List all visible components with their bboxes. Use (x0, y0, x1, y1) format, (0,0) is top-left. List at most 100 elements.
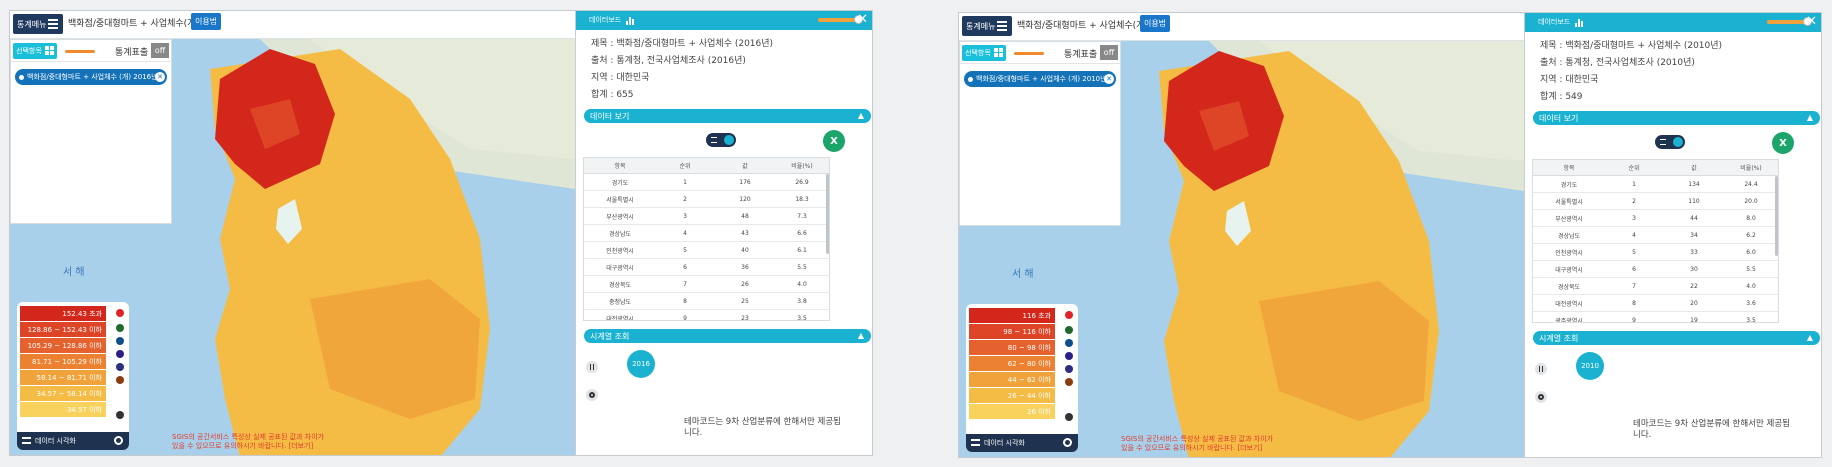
table-row[interactable]: 대구광역시 6 36 5.5 (584, 259, 829, 276)
color-dot-icon[interactable] (116, 363, 124, 371)
table-row[interactable]: 경상남도 4 34 6.2 (1533, 227, 1778, 244)
table-row[interactable]: 인천광역시 5 33 6.0 (1533, 244, 1778, 261)
table-row[interactable]: 경기도 1 176 26.9 (584, 174, 829, 191)
table-row[interactable]: 서울특별시 2 110 20.0 (1533, 193, 1778, 210)
legend-row[interactable]: 81.71 ~ 105.29 이하 (20, 354, 106, 369)
legend-row[interactable]: 62 ~ 80 이하 (969, 356, 1055, 371)
column-header[interactable]: 항목 (584, 158, 656, 173)
table-cell: 19 (1690, 316, 1698, 323)
table-row[interactable]: 대전광역시 8 20 3.6 (1533, 295, 1778, 312)
table-header: 항목 순위 값 비율(%) (584, 158, 829, 174)
table-row[interactable]: 경상북도 7 22 4.0 (1533, 278, 1778, 295)
stat-display-toggle[interactable]: off (151, 43, 169, 58)
notice-line[interactable]: 있을 수 있으므로 유의하시기 바랍니다. [더보기] (1121, 444, 1273, 453)
legend-row[interactable]: 34.57 이하 (20, 402, 106, 417)
legend-row[interactable]: 26 이하 (969, 404, 1055, 419)
view-toggle[interactable] (1655, 135, 1685, 149)
color-dot-icon[interactable] (1065, 326, 1073, 334)
legend-row[interactable]: 116 초과 (969, 308, 1055, 323)
column-header[interactable]: 비율(%) (776, 158, 828, 173)
selection-tab[interactable]: 선택항목 (962, 45, 1006, 61)
grid-icon (994, 48, 1003, 57)
close-icon[interactable]: ✕ (155, 72, 165, 82)
panel-width-slider[interactable] (818, 15, 863, 24)
panel-width-slider[interactable] (1767, 17, 1812, 26)
pause-icon[interactable] (586, 361, 598, 373)
legend-row[interactable]: 44 ~ 62 이하 (969, 372, 1055, 387)
table-row[interactable]: 부산광역시 3 44 8.0 (1533, 210, 1778, 227)
color-dot-icon[interactable] (116, 337, 124, 345)
stat-display-toggle[interactable]: off (1100, 45, 1118, 60)
table-cell: 30 (1690, 265, 1698, 273)
table-row[interactable]: 광주광역시 9 19 3.5 (1533, 312, 1778, 323)
table-row[interactable]: 부산광역시 3 48 7.3 (584, 208, 829, 225)
settings-icon[interactable] (586, 389, 598, 401)
color-dot-icon[interactable] (116, 350, 124, 358)
timeseries-section[interactable]: 시계열 조회 ▲ (584, 329, 871, 343)
reset-icon[interactable] (1065, 413, 1073, 421)
data-view-section[interactable]: 데이터 보기 ▲ (584, 109, 871, 123)
excel-download-icon[interactable]: X (823, 130, 845, 152)
color-dot-icon[interactable] (116, 376, 124, 384)
legend-row[interactable]: 152.43 초과 (20, 306, 106, 321)
legend-row[interactable]: 34.57 ~ 58.14 이하 (20, 386, 106, 401)
legend-row[interactable]: 58.14 ~ 81.71 이하 (20, 370, 106, 385)
color-dot-icon[interactable] (116, 324, 124, 332)
column-header[interactable]: 순위 (1605, 160, 1663, 175)
gear-icon (1063, 438, 1072, 447)
year-button[interactable]: 2016 (627, 350, 655, 378)
pause-icon[interactable] (1535, 363, 1547, 375)
table-scrollbar[interactable] (826, 174, 829, 254)
column-header[interactable]: 순위 (656, 158, 714, 173)
color-dot-icon[interactable] (1065, 352, 1073, 360)
table-row[interactable]: 경상북도 7 26 4.0 (584, 276, 829, 293)
color-dot-icon[interactable] (1065, 365, 1073, 373)
color-dot-icon[interactable] (1065, 378, 1073, 386)
settings-icon[interactable] (1535, 391, 1547, 403)
column-header[interactable]: 항목 (1533, 160, 1605, 175)
column-header[interactable]: 비율(%) (1725, 160, 1777, 175)
excel-download-icon[interactable]: X (1772, 132, 1794, 154)
column-header[interactable]: 값 (714, 158, 776, 173)
selection-tab[interactable]: 선택항목 (13, 43, 57, 59)
year-button[interactable]: 2010 (1576, 352, 1604, 380)
opacity-slider[interactable] (1014, 52, 1044, 55)
table-cell: 부산광역시 (606, 213, 634, 221)
close-icon[interactable]: ✕ (857, 12, 868, 27)
data-visualization-button[interactable]: 데이터 시각화 (966, 434, 1078, 452)
selected-item[interactable]: 백화점/중대형마트 + 사업체수 (개) 2010년 ✕ (964, 71, 1116, 87)
table-cell: 대전광역시 (1555, 300, 1583, 308)
legend-row[interactable]: 26 ~ 44 이하 (969, 388, 1055, 403)
timeseries-section[interactable]: 시계열 조회 ▲ (1533, 331, 1820, 345)
stat-menu-button[interactable]: 통계메뉴 (962, 16, 1012, 36)
opacity-slider[interactable] (65, 50, 95, 53)
legend-row[interactable]: 128.86 ~ 152.43 이하 (20, 322, 106, 337)
table-row[interactable]: 충청남도 8 25 3.8 (584, 293, 829, 310)
table-scrollbar[interactable] (1775, 176, 1778, 256)
column-header[interactable]: 값 (1663, 160, 1725, 175)
usage-button[interactable]: 이용법 (1140, 15, 1170, 32)
table-row[interactable]: 대구광역시 6 30 5.5 (1533, 261, 1778, 278)
table-row[interactable]: 대전광역시 9 23 3.5 (584, 310, 829, 321)
close-icon[interactable]: ✕ (1104, 74, 1114, 84)
data-visualization-button[interactable]: 데이터 시각화 (17, 432, 129, 450)
legend-row[interactable]: 98 ~ 116 이하 (969, 324, 1055, 339)
notice-line[interactable]: 있을 수 있으므로 유의하시기 바랍니다. [더보기] (172, 442, 324, 451)
usage-button[interactable]: 이용법 (191, 13, 221, 30)
view-toggle[interactable] (706, 133, 736, 147)
check-icon[interactable] (1065, 311, 1073, 319)
table-row[interactable]: 서울특별시 2 120 18.3 (584, 191, 829, 208)
close-icon[interactable]: ✕ (1806, 14, 1817, 29)
data-view-section[interactable]: 데이터 보기 ▲ (1533, 111, 1820, 125)
selected-item[interactable]: 백화점/중대형마트 + 사업체수 (개) 2016년 ✕ (15, 69, 167, 85)
table-row[interactable]: 경상남도 4 43 6.6 (584, 225, 829, 242)
legend-row[interactable]: 105.29 ~ 128.86 이하 (20, 338, 106, 353)
table-row[interactable]: 경기도 1 134 24.4 (1533, 176, 1778, 193)
color-dot-icon[interactable] (1065, 339, 1073, 347)
table-row[interactable]: 인천광역시 5 40 6.1 (584, 242, 829, 259)
stat-menu-button[interactable]: 통계메뉴 (13, 14, 63, 34)
legend-row[interactable]: 80 ~ 98 이하 (969, 340, 1055, 355)
reset-icon[interactable] (116, 411, 124, 419)
table-cell: 8 (1632, 299, 1636, 307)
check-icon[interactable] (116, 309, 124, 317)
